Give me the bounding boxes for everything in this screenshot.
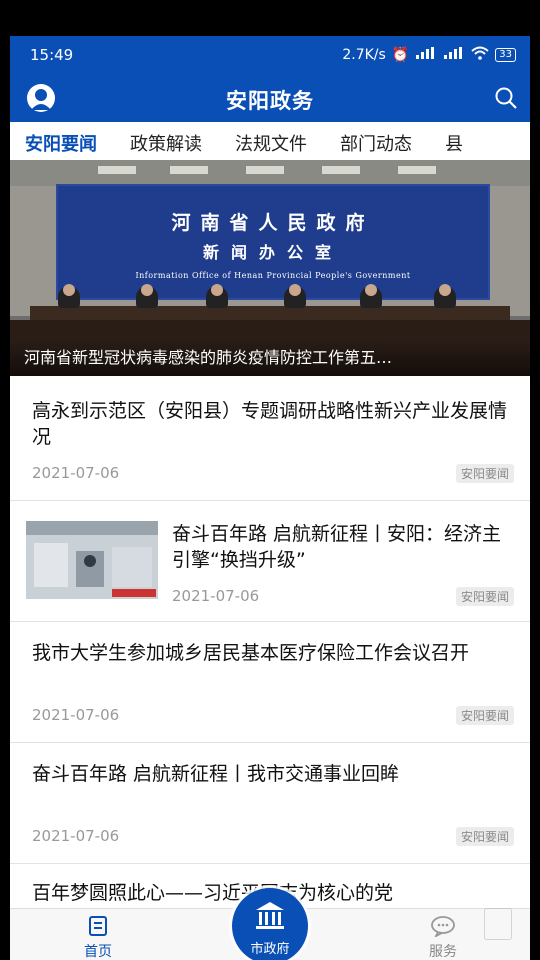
ceiling-light <box>246 166 284 174</box>
speaker-figure <box>136 284 158 308</box>
news-tag: 安阳要闻 <box>455 464 514 483</box>
speaker-figure <box>206 284 228 308</box>
speaker-figure <box>284 284 306 308</box>
press-backdrop: 河南省人民政府 新闻办公室 Information Office of Hena… <box>56 184 490 300</box>
ceiling-light <box>398 166 436 174</box>
floating-page-icon <box>484 908 512 940</box>
city-government-button[interactable]: 市政府 <box>232 888 308 960</box>
news-title: 我市大学生参加城乡居民基本医疗保险工作会议召开 <box>32 642 470 664</box>
page-title: 安阳政务 <box>226 89 314 113</box>
featured-banner[interactable]: 河南省人民政府 新闻办公室 Information Office of Hena… <box>10 160 530 376</box>
category-tabs: 安阳要闻 政策解读 法规文件 部门动态 县 <box>10 122 530 160</box>
list-item[interactable]: 高永到示范区（安阳县）专题调研战略性新兴产业发展情况 2021-07-06 安阳… <box>10 376 530 501</box>
alarm-icon: ⏰ <box>391 47 410 63</box>
news-date: 2021-07-06 <box>32 464 120 482</box>
news-tag: 安阳要闻 <box>455 587 514 606</box>
search-icon[interactable] <box>494 86 518 110</box>
banner-ceiling <box>10 160 530 186</box>
ceiling-light <box>322 166 360 174</box>
nav-service[interactable]: 服务 <box>423 915 463 960</box>
news-title: 奋斗百年路 启航新征程丨安阳：经济主引擎“换挡升级” <box>172 523 502 571</box>
tab-anyang-news[interactable]: 安阳要闻 <box>25 122 97 160</box>
service-chat-icon <box>431 916 455 939</box>
list-item[interactable]: 我市大学生参加城乡居民基本医疗保险工作会议召开 2021-07-06 安阳要闻 <box>10 622 530 743</box>
news-date: 2021-07-06 <box>32 706 120 724</box>
tab-department-news[interactable]: 部门动态 <box>340 122 412 160</box>
wifi-icon <box>471 46 489 64</box>
tab-regulation-files[interactable]: 法规文件 <box>235 122 307 160</box>
list-item[interactable]: 奋斗百年路 启航新征程丨我市交通事业回眸 2021-07-06 安阳要闻 <box>10 743 530 864</box>
news-thumbnail <box>26 521 158 599</box>
phone-screen: 15:49 2.7K/s ⏰ 33 安阳政务 安阳要闻 政策解读 法规文件 部门… <box>10 36 530 960</box>
backdrop-english: Information Office of Henan Provincial P… <box>135 271 411 280</box>
speaker-figure <box>434 284 456 308</box>
home-icon <box>89 916 107 936</box>
app-header: 安阳政务 <box>10 74 530 122</box>
news-list: 高永到示范区（安阳县）专题调研战略性新兴产业发展情况 2021-07-06 安阳… <box>10 376 530 924</box>
signal-icon <box>415 47 437 63</box>
status-icons: 2.7K/s ⏰ 33 <box>342 46 516 64</box>
list-item[interactable]: 奋斗百年路 启航新征程丨安阳：经济主引擎“换挡升级” 2021-07-06 安阳… <box>10 501 530 622</box>
backdrop-subtitle: 新闻办公室 <box>202 243 343 262</box>
nav-home[interactable]: 首页 <box>78 915 118 960</box>
news-date: 2021-07-06 <box>32 827 120 845</box>
news-title: 高永到示范区（安阳县）专题调研战略性新兴产业发展情况 <box>32 400 508 448</box>
status-time: 15:49 <box>30 46 74 64</box>
speaker-figure <box>360 284 382 308</box>
nav-home-label: 首页 <box>84 944 112 960</box>
battery-icon: 33 <box>495 48 516 62</box>
news-title: 奋斗百年路 启航新征程丨我市交通事业回眸 <box>32 763 400 785</box>
ceiling-light <box>170 166 208 174</box>
backdrop-title: 河南省人民政府 <box>171 212 375 234</box>
news-tag: 安阳要闻 <box>455 827 514 846</box>
city-government-label: 市政府 <box>250 942 290 957</box>
banner-caption: 河南省新型冠状病毒感染的肺炎疫情防控工作第五… <box>10 340 530 376</box>
tab-policy-interpretation[interactable]: 政策解读 <box>130 122 202 160</box>
tab-county[interactable]: 县 <box>445 122 463 160</box>
news-date: 2021-07-06 <box>172 587 260 605</box>
ceiling-light <box>98 166 136 174</box>
signal-icon-2 <box>443 47 465 63</box>
news-tag: 安阳要闻 <box>455 706 514 725</box>
status-bar: 15:49 2.7K/s ⏰ 33 <box>10 36 530 74</box>
network-speed: 2.7K/s <box>342 47 386 63</box>
speaker-figure <box>58 284 80 308</box>
government-building-icon <box>256 902 284 929</box>
nav-service-label: 服务 <box>429 944 457 960</box>
